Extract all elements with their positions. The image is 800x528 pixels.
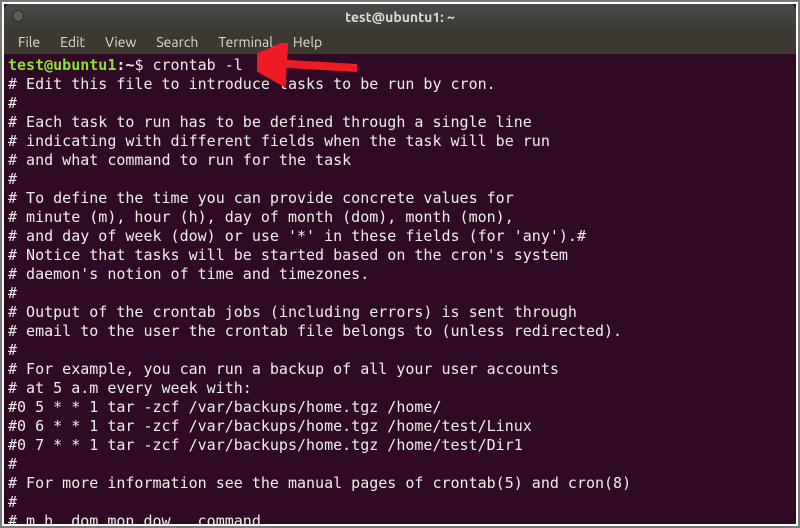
output-line: # Edit this file to introduce tasks to b… — [8, 75, 792, 94]
menu-file[interactable]: File — [10, 32, 48, 52]
terminal-area[interactable]: test@ubuntu1:~$ crontab -l# Edit this fi… — [4, 54, 796, 524]
output-line: # daemon's notion of time and timezones. — [8, 265, 792, 284]
title-bar: test@ubuntu1: ~ — [4, 4, 796, 30]
output-line: # Each task to run has to be defined thr… — [8, 113, 792, 132]
menu-bar: File Edit View Search Terminal Help — [4, 30, 796, 54]
menu-search[interactable]: Search — [148, 32, 206, 52]
output-line: # To define the time you can provide con… — [8, 189, 792, 208]
output-line: # For more information see the manual pa… — [8, 474, 792, 493]
window-title: test@ubuntu1: ~ — [345, 9, 455, 25]
output-line: #0 5 * * 1 tar -zcf /var/backups/home.tg… — [8, 398, 792, 417]
output-line: # For example, you can run a backup of a… — [8, 360, 792, 379]
output-line: # email to the user the crontab file bel… — [8, 322, 792, 341]
output-line: # and what command to run for the task — [8, 151, 792, 170]
output-line: #0 7 * * 1 tar -zcf /var/backups/home.tg… — [8, 436, 792, 455]
output-line: # at 5 a.m every week with: — [8, 379, 792, 398]
command-text: crontab -l — [153, 56, 243, 74]
output-line: # and day of week (dow) or use '*' in th… — [8, 227, 792, 246]
output-line: # m h dom mon dow command — [8, 512, 792, 524]
close-icon[interactable] — [12, 10, 24, 22]
output-line: # minute (m), hour (h), day of month (do… — [8, 208, 792, 227]
output-line: # — [8, 284, 792, 303]
output-line: # — [8, 455, 792, 474]
menu-edit[interactable]: Edit — [52, 32, 93, 52]
output-line: # Notice that tasks will be started base… — [8, 246, 792, 265]
output-line: # — [8, 341, 792, 360]
terminal-window: test@ubuntu1: ~ File Edit View Search Te… — [4, 4, 796, 524]
output-line: # Output of the crontab jobs (including … — [8, 303, 792, 322]
output-line: #0 6 * * 1 tar -zcf /var/backups/home.tg… — [8, 417, 792, 436]
output-line: # — [8, 94, 792, 113]
prompt-command-line: test@ubuntu1:~$ crontab -l — [8, 56, 792, 75]
output-line: # — [8, 493, 792, 512]
output-line: # — [8, 170, 792, 189]
menu-view[interactable]: View — [97, 32, 144, 52]
menu-terminal[interactable]: Terminal — [210, 32, 281, 52]
menu-help[interactable]: Help — [285, 32, 330, 52]
output-line: # indicating with different fields when … — [8, 132, 792, 151]
